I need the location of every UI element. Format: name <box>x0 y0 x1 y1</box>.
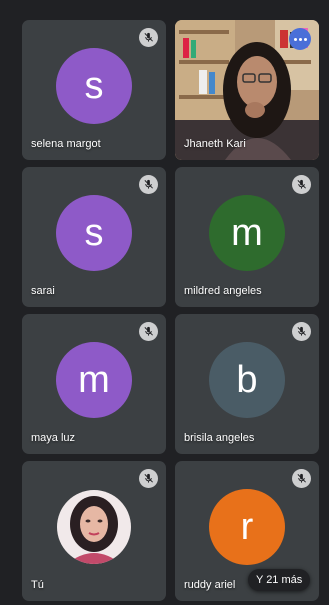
participant-name: mildred angeles <box>184 285 262 297</box>
participant-tile-brisila-angeles[interactable]: b brisila angeles <box>175 314 319 454</box>
participant-name: Tú <box>31 579 44 591</box>
participant-name: ruddy ariel <box>184 579 236 591</box>
participant-tile-sarai[interactable]: s sarai <box>22 167 166 307</box>
avatar: s <box>56 194 132 271</box>
participant-tile-self[interactable]: Tú <box>22 461 166 601</box>
avatar: r <box>209 488 285 565</box>
participant-name: sarai <box>31 285 55 297</box>
participant-tile-maya-luz[interactable]: m maya luz <box>22 314 166 454</box>
participant-tile-mildred-angeles[interactable]: m mildred angeles <box>175 167 319 307</box>
more-options-icon[interactable] <box>289 28 311 50</box>
avatar: m <box>209 194 285 271</box>
avatar: s <box>56 47 132 124</box>
mic-off-icon <box>139 28 158 47</box>
participant-name: Jhaneth Kari <box>184 138 246 150</box>
mic-off-icon <box>292 175 311 194</box>
mic-off-icon <box>292 322 311 341</box>
mic-off-icon <box>139 322 158 341</box>
participant-tile-selena-margot[interactable]: s selena margot <box>22 20 166 160</box>
participant-grid: s selena margot Jhaneth Kari s sarai m m… <box>22 20 319 601</box>
participant-tile-jhaneth-kari[interactable]: Jhaneth Kari <box>175 20 319 160</box>
participant-name: selena margot <box>31 138 101 150</box>
mic-off-icon <box>139 469 158 488</box>
profile-photo <box>57 489 131 564</box>
avatar: b <box>209 341 285 418</box>
participant-name: brisila angeles <box>184 432 255 444</box>
mic-off-icon <box>292 469 311 488</box>
participant-name: maya luz <box>31 432 76 444</box>
mic-off-icon <box>139 175 158 194</box>
more-participants-button[interactable]: Y 21 más <box>248 569 311 591</box>
avatar: m <box>56 341 132 418</box>
